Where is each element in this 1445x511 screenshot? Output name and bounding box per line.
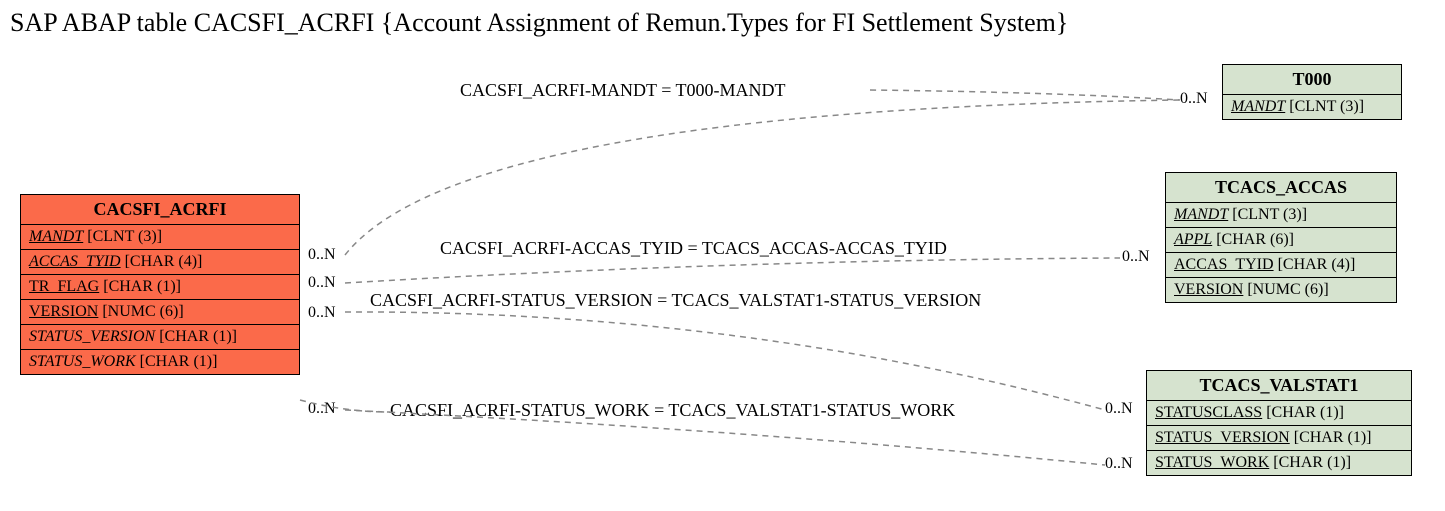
cardinality: 0..N <box>1180 90 1208 108</box>
cardinality: 0..N <box>308 400 336 418</box>
diagram-title: SAP ABAP table CACSFI_ACRFI {Account Ass… <box>10 8 1068 38</box>
cardinality: 0..N <box>1122 248 1150 266</box>
field-row: STATUSCLASS [CHAR (1)] <box>1147 401 1411 426</box>
entity-header: TCACS_ACCAS <box>1166 173 1396 203</box>
entity-cacsfi-acrfi: CACSFI_ACRFI MANDT [CLNT (3)] ACCAS_TYID… <box>20 194 300 375</box>
field-row: ACCAS_TYID [CHAR (4)] <box>1166 253 1396 278</box>
field-row: TR_FLAG [CHAR (1)] <box>21 275 299 300</box>
entity-header: TCACS_VALSTAT1 <box>1147 371 1411 401</box>
field-row: VERSION [NUMC (6)] <box>21 300 299 325</box>
field-row: MANDT [CLNT (3)] <box>1166 203 1396 228</box>
cardinality: 0..N <box>308 246 336 264</box>
relation-label: CACSFI_ACRFI-ACCAS_TYID = TCACS_ACCAS-AC… <box>440 238 947 259</box>
cardinality: 0..N <box>1105 455 1133 473</box>
entity-t000: T000 MANDT [CLNT (3)] <box>1222 64 1402 120</box>
field-row: ACCAS_TYID [CHAR (4)] <box>21 250 299 275</box>
cardinality: 0..N <box>308 274 336 292</box>
field-row: STATUS_WORK [CHAR (1)] <box>21 350 299 374</box>
entity-tcacs-valstat1: TCACS_VALSTAT1 STATUSCLASS [CHAR (1)] ST… <box>1146 370 1412 476</box>
field-row: MANDT [CLNT (3)] <box>21 225 299 250</box>
field-row: MANDT [CLNT (3)] <box>1223 95 1401 119</box>
entity-header: CACSFI_ACRFI <box>21 195 299 225</box>
field-row: STATUS_WORK [CHAR (1)] <box>1147 451 1411 475</box>
field-row: STATUS_VERSION [CHAR (1)] <box>21 325 299 350</box>
relation-label: CACSFI_ACRFI-STATUS_WORK = TCACS_VALSTAT… <box>390 400 955 421</box>
field-row: APPL [CHAR (6)] <box>1166 228 1396 253</box>
field-row: VERSION [NUMC (6)] <box>1166 278 1396 302</box>
cardinality: 0..N <box>308 304 336 322</box>
relation-label: CACSFI_ACRFI-MANDT = T000-MANDT <box>460 80 786 101</box>
entity-header: T000 <box>1223 65 1401 95</box>
relation-label: CACSFI_ACRFI-STATUS_VERSION = TCACS_VALS… <box>370 290 981 311</box>
entity-tcacs-accas: TCACS_ACCAS MANDT [CLNT (3)] APPL [CHAR … <box>1165 172 1397 303</box>
field-row: STATUS_VERSION [CHAR (1)] <box>1147 426 1411 451</box>
cardinality: 0..N <box>1105 400 1133 418</box>
